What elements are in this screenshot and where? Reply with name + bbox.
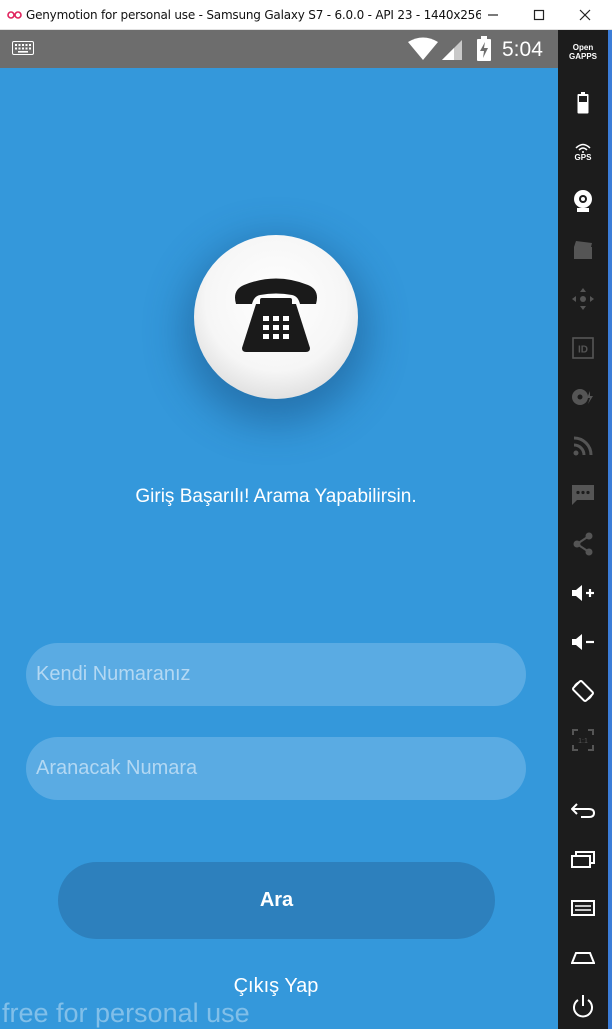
genymotion-logo-icon [4,10,26,20]
pixel-perfect-icon[interactable]: 1:1 [558,720,608,760]
minimize-button[interactable] [470,0,516,30]
watermark-text: free for personal use [2,998,250,1028]
wifi-icon [408,37,438,66]
battery-charging-icon [476,36,492,67]
maximize-button[interactable] [516,0,562,30]
volume-up-icon[interactable] [558,573,608,613]
telephone-icon [230,276,322,359]
screencast-icon[interactable] [558,230,608,270]
open-gapps-label: Open GAPPS [568,43,597,61]
webcam-icon[interactable] [558,181,608,221]
logout-link[interactable]: Çıkış Yap [0,975,552,998]
share-icon[interactable] [558,524,608,564]
gps-label: GPS [574,152,592,162]
keyboard-icon [12,41,34,60]
status-bar: 5:04 [0,30,558,68]
identifiers-icon[interactable]: ID [558,328,608,368]
cell-signal-icon [440,38,464,67]
menu-icon[interactable] [558,888,608,928]
gps-icon[interactable]: GPS [558,132,608,172]
success-message: Giriş Başarılı! Arama Yapabilirsin. [135,486,417,507]
battery-icon[interactable] [558,83,608,123]
power-icon[interactable] [558,986,608,1026]
window-edge [608,30,612,1029]
call-button[interactable]: Ara [58,862,495,939]
window-title: Genymotion for personal use - Samsung Ga… [26,7,481,22]
emulator-toolbar: Open GAPPS GPS ID 1:1 [558,30,608,1029]
sms-icon[interactable] [558,475,608,515]
volume-down-icon[interactable] [558,622,608,662]
window-title-bar: Genymotion for personal use - Samsung Ga… [0,0,612,30]
network-icon[interactable] [558,426,608,466]
own-number-input[interactable] [26,643,526,706]
target-number-input[interactable] [26,737,526,800]
identifiers-label: ID [578,345,588,356]
recent-apps-icon[interactable] [558,839,608,879]
close-button[interactable] [562,0,608,30]
remote-control-icon[interactable] [558,279,608,319]
device-screen: 5:04 Giriş Başarılı! Arama Yapabilirsin.… [0,30,558,1029]
svg-text:1:1: 1:1 [578,738,588,745]
status-clock: 5:04 [502,38,543,61]
home-icon[interactable] [558,937,608,977]
open-gapps-icon[interactable]: Open GAPPS [558,43,608,61]
disk-io-icon[interactable] [558,377,608,417]
back-icon[interactable] [558,790,608,830]
rotate-icon[interactable] [558,671,608,711]
phone-logo [194,235,358,399]
